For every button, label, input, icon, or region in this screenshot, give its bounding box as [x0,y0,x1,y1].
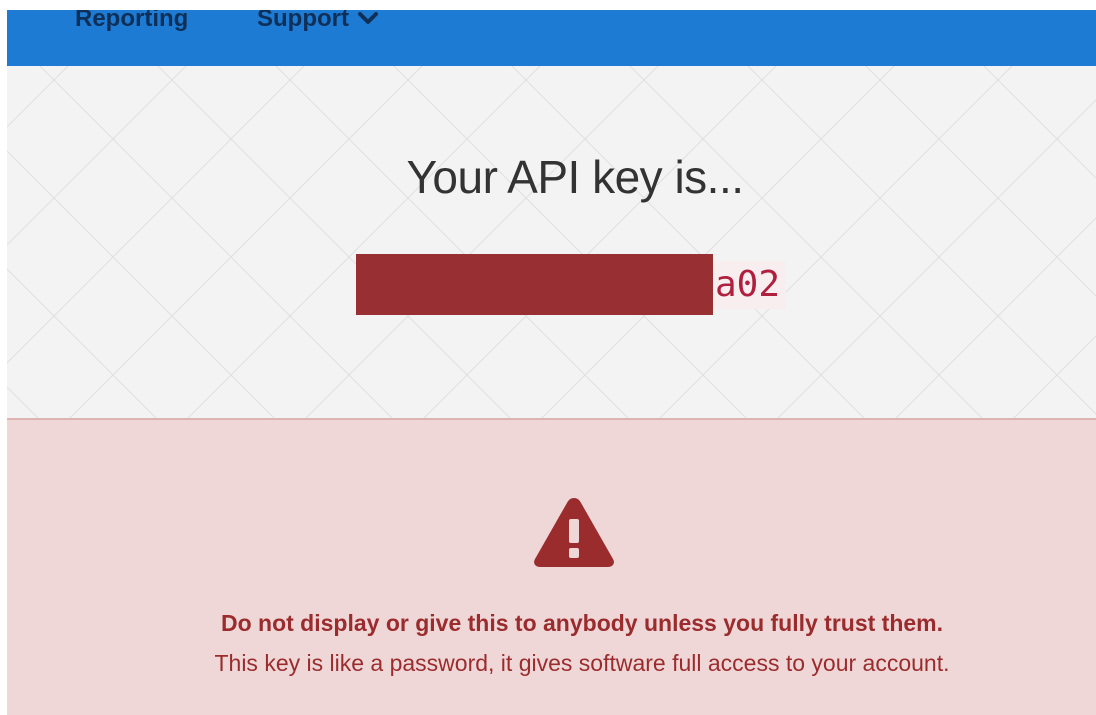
nav-item-label: Support [257,10,349,32]
api-key-page: Reporting Support Your API key is... a02 [0,0,1096,715]
nav-item-support[interactable]: Support [257,10,379,36]
warning-heading: Do not display or give this to anybody u… [220,610,944,636]
security-warning: Do not display or give this to anybody u… [7,418,1096,715]
nav-item-reporting[interactable]: Reporting [75,10,188,36]
nav-item-label: Reporting [75,10,189,32]
api-key-redaction [356,254,713,315]
api-key-suffix: a02 [713,260,787,309]
page-title: Your API key is... [406,151,744,203]
warning-triangle-icon [534,498,614,567]
api-key-display: a02 [356,254,787,315]
background-pattern [7,66,1096,419]
chevron-down-icon [357,12,378,24]
warning-description: This key is like a password, it gives so… [214,650,950,676]
api-key-hero: Your API key is... a02 [7,66,1096,419]
top-navbar: Reporting Support [7,10,1096,66]
